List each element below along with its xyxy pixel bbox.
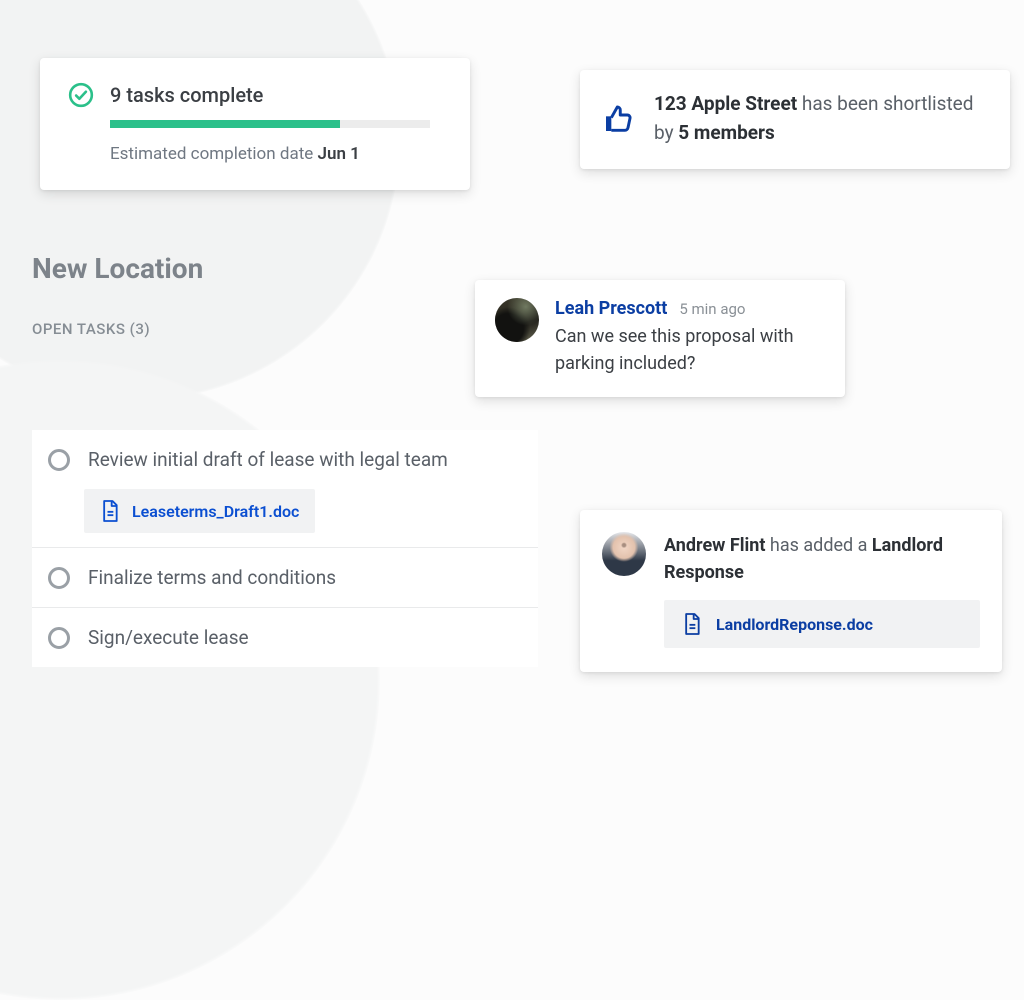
shortlist-text: 123 Apple Street has been shortlisted by… [654,90,986,147]
landlord-text: Andrew Flint has added a Landlord Respon… [664,532,980,586]
comment-card: Leah Prescott 5 min ago Can we see this … [475,280,845,397]
task-item[interactable]: Review initial draft of lease with legal… [32,430,538,489]
progress-title: 9 tasks complete [110,83,263,107]
shortlist-notification: 123 Apple Street has been shortlisted by… [580,70,1010,169]
document-icon [100,499,120,523]
task-label: Sign/execute lease [88,626,249,649]
progress-bar-fill [110,120,340,128]
file-chip[interactable]: LandlordReponse.doc [664,600,980,648]
task-radio[interactable] [48,627,70,649]
task-radio[interactable] [48,449,70,471]
open-tasks-label: OPEN TASKS (3) [32,320,150,338]
file-chip[interactable]: Leaseterms_Draft1.doc [84,489,315,533]
check-circle-icon [68,82,94,108]
progress-bar [110,120,430,128]
task-item[interactable]: Sign/execute lease [32,607,538,667]
section-title: New Location [32,252,203,285]
task-radio[interactable] [48,567,70,589]
file-name: LandlordReponse.doc [716,615,873,634]
comment-body: Can we see this proposal with parking in… [555,323,823,377]
avatar [495,298,539,342]
comment-time: 5 min ago [679,300,745,318]
task-list: Review initial draft of lease with legal… [32,430,538,667]
task-item[interactable]: Finalize terms and conditions [32,547,538,607]
task-label: Review initial draft of lease with legal… [88,448,448,471]
task-label: Finalize terms and conditions [88,566,336,589]
document-icon [682,612,702,636]
landlord-response-card: Andrew Flint has added a Landlord Respon… [580,510,1002,672]
file-name: Leaseterms_Draft1.doc [132,502,299,521]
avatar [602,532,646,576]
thumbs-up-icon [602,103,634,135]
comment-author[interactable]: Leah Prescott [555,298,667,319]
progress-card: 9 tasks complete Estimated completion da… [40,58,470,190]
progress-estimate: Estimated completion date Jun 1 [110,144,442,164]
